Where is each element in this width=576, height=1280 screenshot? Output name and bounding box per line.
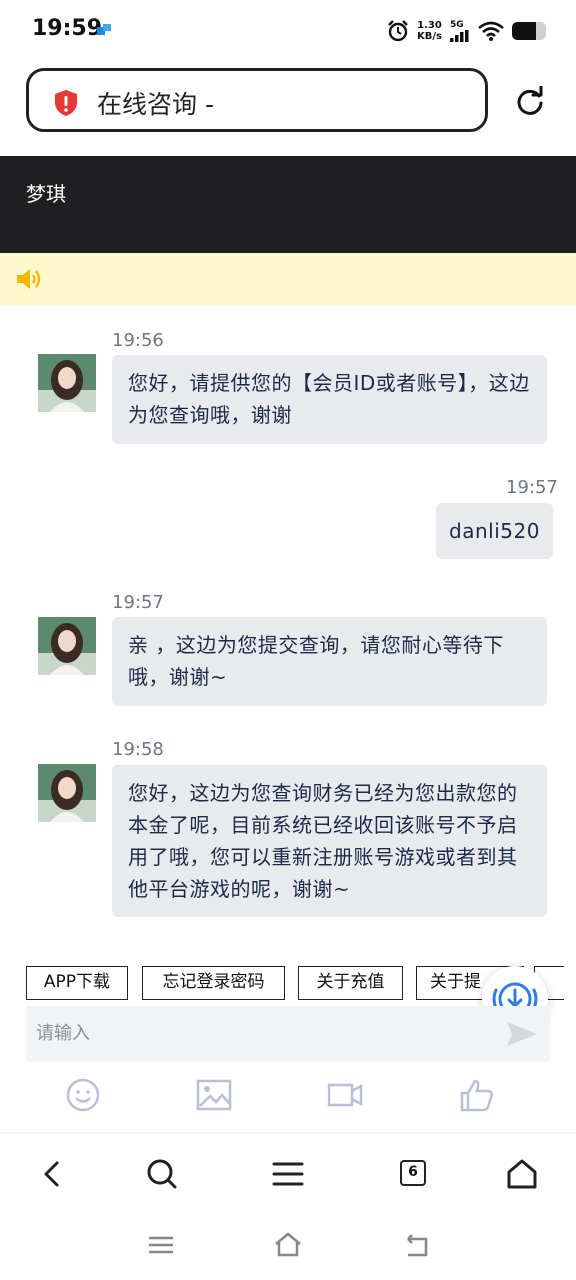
agent-avatar [38, 617, 96, 675]
chat-toolbar [0, 1070, 576, 1122]
cellular-signal: 5G [450, 19, 470, 42]
status-indicators: 1.30 KB/s 5G [387, 17, 546, 45]
message-time: 19:56 [112, 330, 164, 351]
battery-level [512, 22, 536, 40]
send-icon[interactable] [506, 1020, 538, 1048]
message-time: 19:57 [112, 592, 164, 613]
status-time: 19:59 [32, 16, 103, 41]
speaker-icon [17, 269, 41, 289]
search-icon[interactable] [145, 1157, 179, 1191]
home-icon[interactable] [505, 1157, 539, 1191]
message-bubble-agent: 您好，请提供您的【会员ID或者账号】，这边为您查询哦，谢谢 [112, 355, 547, 444]
agent-avatar [38, 764, 96, 822]
emoji-icon[interactable] [65, 1078, 101, 1112]
announcement-bar [0, 253, 576, 305]
net-speed-value: 1.30 [417, 20, 442, 31]
address-bar[interactable]: 在线咨询 - [26, 68, 488, 132]
tabs-button[interactable]: 6 [400, 1160, 426, 1186]
message-time: 19:58 [112, 739, 164, 760]
video-icon[interactable] [327, 1078, 363, 1112]
alarm-icon [388, 20, 408, 42]
net-speed-unit: KB/s [417, 31, 442, 42]
message-bubble-agent: 亲 ，这边为您提交查询，请您耐心等待下哦，谢谢~ [112, 617, 547, 706]
quick-button-recharge[interactable]: 关于充值 [298, 966, 403, 1000]
agent-name: 梦琪 [26, 182, 66, 206]
back-icon[interactable] [36, 1157, 70, 1191]
agent-avatar [38, 354, 96, 412]
thumbs-up-icon[interactable] [459, 1078, 495, 1112]
battery-icon [512, 22, 546, 40]
page-title[interactable]: 在线咨询 - [97, 85, 214, 121]
system-navigation [0, 1212, 576, 1280]
chat-header: 梦琪 [0, 156, 576, 253]
message-input[interactable] [36, 1018, 496, 1048]
system-home-icon[interactable] [273, 1230, 303, 1260]
system-back-icon[interactable] [402, 1230, 432, 1260]
message-bubble-user: danli520 [436, 503, 553, 559]
status-bar: 19:59 1.30 KB/s 5G [0, 0, 576, 60]
message-time: 19:57 [506, 477, 558, 498]
security-warning-icon[interactable] [53, 89, 79, 117]
quick-button-forgot-password[interactable]: 忘记登录密码 [142, 966, 285, 1000]
recents-icon[interactable] [146, 1230, 176, 1260]
notification-app-icon [97, 24, 111, 35]
signal-bars-icon [450, 29, 469, 42]
reload-icon[interactable] [514, 86, 546, 118]
message-input-area [26, 1006, 550, 1062]
image-icon[interactable] [196, 1078, 232, 1112]
browser-address-row: 在线咨询 - [0, 64, 576, 140]
net-speed: 1.30 KB/s [417, 20, 442, 42]
menu-icon[interactable] [271, 1157, 305, 1191]
network-type: 5G [450, 19, 464, 30]
message-bubble-agent: 您好，这边为您查询财务已经为您出款您的本金了呢，目前系统已经收回该账号不予启用了… [112, 765, 547, 917]
quick-button-app-download[interactable]: APP下载 [26, 966, 128, 1000]
browser-toolbar [0, 1132, 576, 1213]
wifi-icon [478, 21, 504, 41]
